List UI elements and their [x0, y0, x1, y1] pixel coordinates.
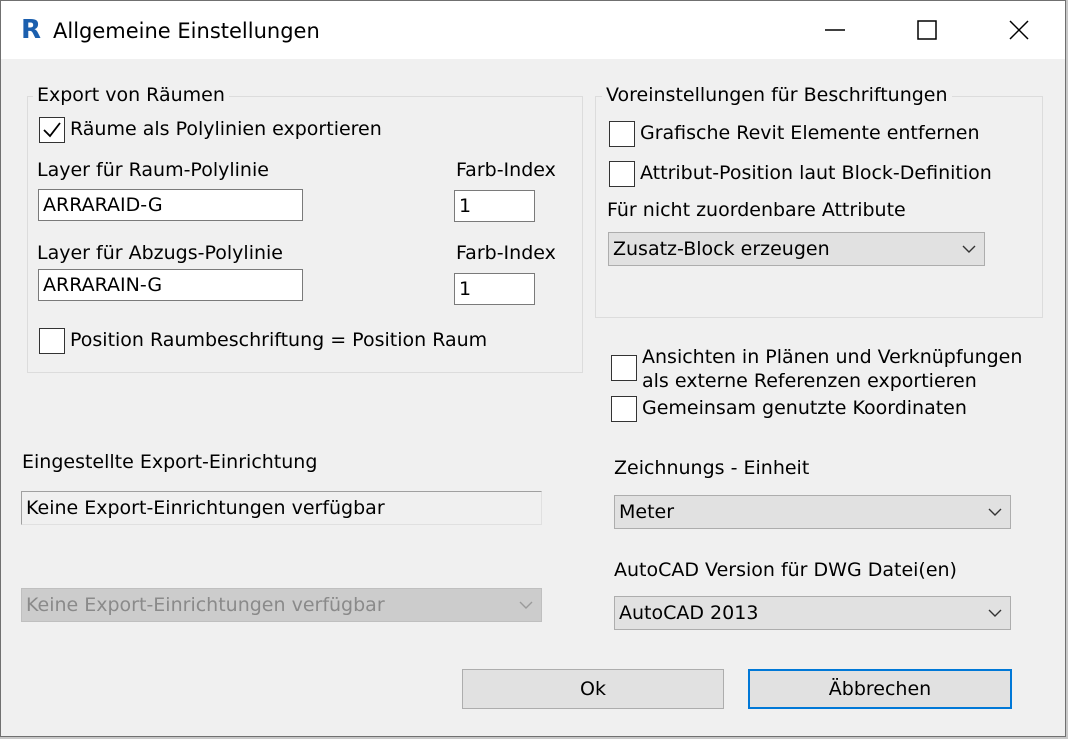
- ok-button[interactable]: Ok: [462, 669, 724, 709]
- attribute-position-label[interactable]: Attribut-Position laut Block-Definition: [640, 161, 992, 185]
- ok-button-label: Ok: [580, 678, 606, 700]
- xref-export-label-line1[interactable]: Ansichten in Plänen und Verknüpfungen: [642, 345, 1022, 369]
- autocad-version-select[interactable]: AutoCAD 2013: [614, 596, 1011, 630]
- cancel-button[interactable]: Äbbrechen: [748, 669, 1012, 709]
- export-setup-display: Keine Export-Einrichtungen verfügbar: [21, 491, 542, 525]
- maximize-icon: [917, 20, 937, 40]
- xref-export-label-line2[interactable]: als externe Referenzen exportieren: [642, 369, 977, 393]
- room-color-input[interactable]: 1: [454, 190, 535, 222]
- autocad-version-value: AutoCAD 2013: [619, 602, 759, 624]
- export-polylines-label[interactable]: Räume als Polylinien exportieren: [70, 117, 382, 141]
- units-label: Zeichnungs - Einheit: [614, 457, 810, 479]
- chevron-down-icon: [988, 508, 1002, 516]
- shared-coordinates-label[interactable]: Gemeinsam genutzte Koordinaten: [642, 396, 967, 420]
- export-setup-label: Eingestellte Export-Einrichtung: [22, 451, 318, 473]
- deduct-color-label: Farb-Index: [456, 242, 556, 264]
- close-icon: [1009, 20, 1029, 40]
- unassignable-attributes-select[interactable]: Zusatz-Block erzeugen: [608, 232, 985, 266]
- chevron-down-icon: [962, 245, 976, 253]
- shared-coordinates-checkbox[interactable]: [611, 396, 637, 422]
- minimize-icon: [825, 29, 845, 31]
- room-color-label: Farb-Index: [456, 159, 556, 181]
- autocad-version-label: AutoCAD Version für DWG Datei(en): [614, 559, 957, 581]
- unassignable-attributes-value: Zusatz-Block erzeugen: [613, 238, 830, 260]
- unassignable-attributes-label: Für nicht zuordenbare Attribute: [607, 199, 906, 221]
- room-layer-label: Layer für Raum-Polylinie: [37, 159, 269, 181]
- remove-graphics-label[interactable]: Grafische Revit Elemente entfernen: [640, 121, 980, 145]
- deduct-color-input[interactable]: 1: [454, 273, 535, 305]
- chevron-down-icon: [988, 609, 1002, 617]
- room-layer-input[interactable]: ARRARAID-G: [38, 189, 303, 221]
- annotation-defaults-legend: Voreinstellungen für Beschriftungen: [602, 83, 952, 107]
- attribute-position-checkbox[interactable]: [609, 161, 635, 187]
- close-button[interactable]: [973, 1, 1065, 59]
- xref-export-checkbox[interactable]: [611, 355, 637, 381]
- units-select[interactable]: Meter: [614, 495, 1011, 529]
- cancel-button-label: Äbbrechen: [828, 678, 932, 700]
- maximize-button[interactable]: [881, 1, 973, 59]
- remove-graphics-checkbox[interactable]: [609, 121, 635, 147]
- chevron-down-icon: [519, 601, 533, 609]
- revit-app-icon: R: [21, 15, 42, 45]
- label-position-label[interactable]: Position Raumbeschriftung = Position Rau…: [70, 328, 487, 352]
- window-title: Allgemeine Einstellungen: [53, 19, 320, 43]
- deduct-layer-label: Layer für Abzugs-Polylinie: [37, 242, 283, 264]
- minimize-button[interactable]: [789, 1, 881, 59]
- rooms-export-legend: Export von Räumen: [33, 83, 229, 107]
- units-value: Meter: [619, 501, 675, 523]
- settings-dialog: R Allgemeine Einstellungen Export von Rä…: [0, 0, 1066, 737]
- export-setup-select-value: Keine Export-Einrichtungen verfügbar: [26, 594, 385, 616]
- export-setup-select: Keine Export-Einrichtungen verfügbar: [21, 588, 542, 622]
- label-position-checkbox[interactable]: [39, 328, 65, 354]
- title-bar[interactable]: R Allgemeine Einstellungen: [1, 1, 1065, 59]
- checkmark-icon: [43, 122, 61, 138]
- export-polylines-checkbox[interactable]: [39, 117, 65, 143]
- deduct-layer-input[interactable]: ARRARAIN-G: [38, 269, 303, 301]
